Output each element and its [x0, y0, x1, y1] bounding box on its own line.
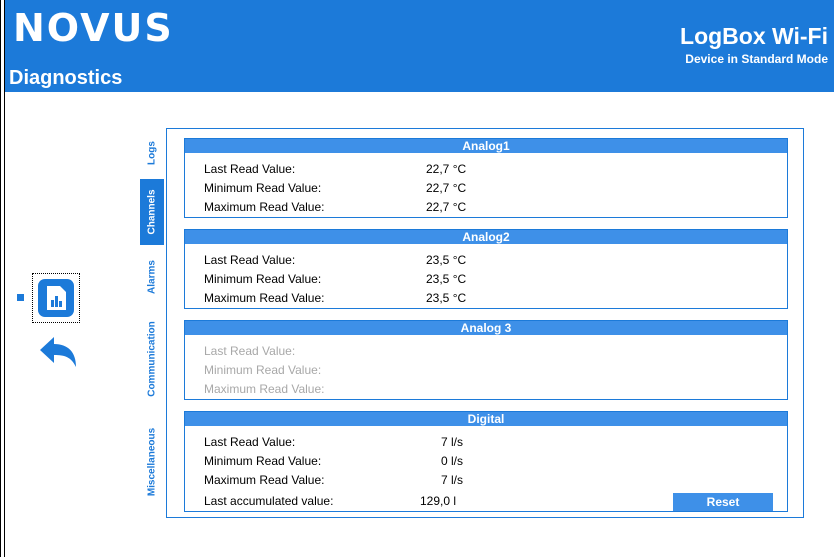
- row-label: Minimum Read Value:: [204, 272, 322, 286]
- row-label: Maximum Read Value:: [204, 473, 325, 487]
- channel-title: Analog2: [185, 230, 787, 244]
- row-value: 23,5 °C: [426, 291, 467, 305]
- channel-card-digital: Digital Last Read Value: 7 l/s Minimum R…: [184, 411, 788, 512]
- row-label: Last Read Value:: [204, 162, 296, 176]
- page-title: Diagnostics: [9, 67, 123, 89]
- channel-title: Analog 3: [185, 321, 787, 335]
- max-read-row: Maximum Read Value: 23,5 °C: [185, 288, 787, 308]
- max-read-row: Maximum Read Value:: [185, 379, 787, 399]
- product-name: LogBox Wi-Fi: [680, 23, 828, 49]
- row-value: 23,5 °C: [426, 253, 467, 267]
- tab-label: Communication: [146, 321, 158, 397]
- tab-label: Alarms: [146, 260, 158, 294]
- row-label: Last Read Value:: [204, 253, 296, 267]
- device-mode: Device in Standard Mode: [685, 52, 828, 66]
- tab-communication[interactable]: Communication: [140, 309, 164, 409]
- row-label: Last Read Value:: [204, 435, 296, 449]
- tab-logs[interactable]: Logs: [140, 128, 164, 178]
- row-label: Maximum Read Value:: [204, 200, 325, 214]
- last-read-row: Last Read Value: 23,5 °C: [185, 250, 787, 270]
- bar-chart-icon: [38, 279, 74, 317]
- row-label: Maximum Read Value:: [204, 382, 325, 396]
- min-read-row: Minimum Read Value: 0 l/s: [185, 451, 787, 471]
- max-read-row: Maximum Read Value: 22,7 °C: [185, 197, 787, 217]
- row-label: Last Read Value:: [204, 344, 296, 358]
- tab-alarms[interactable]: Alarms: [140, 246, 164, 308]
- tab-miscellaneous[interactable]: Miscellaneous: [140, 410, 164, 514]
- min-read-row: Minimum Read Value:: [185, 360, 787, 380]
- channel-card-analog1: Analog1 Last Read Value: 22,7 °C Minimum…: [184, 138, 788, 218]
- row-value: 129,0 l: [420, 494, 457, 508]
- max-read-row: Maximum Read Value: 7 l/s: [185, 470, 787, 490]
- row-value: 0 l/s: [441, 454, 464, 468]
- last-read-row: Last Read Value: 22,7 °C: [185, 159, 787, 179]
- row-value: 23,5 °C: [426, 272, 467, 286]
- novus-logo: NOVUS: [13, 6, 174, 50]
- row-value: 7 l/s: [441, 435, 464, 449]
- reset-button[interactable]: Reset: [673, 493, 773, 511]
- row-label: Minimum Read Value:: [204, 363, 322, 377]
- back-arrow-icon[interactable]: [38, 335, 80, 369]
- row-label: Maximum Read Value:: [204, 291, 325, 305]
- diagnostics-app-button[interactable]: [32, 273, 80, 323]
- tab-label: Miscellaneous: [146, 427, 158, 497]
- row-value: 22,7 °C: [426, 162, 467, 176]
- row-label: Last accumulated value:: [204, 494, 334, 508]
- min-read-row: Minimum Read Value: 23,5 °C: [185, 269, 787, 289]
- tab-channels[interactable]: Channels: [140, 179, 164, 245]
- header-bar: NOVUS Diagnostics LogBox Wi-Fi Device in…: [5, 0, 834, 92]
- last-read-row: Last Read Value:: [185, 341, 787, 361]
- channel-card-analog2: Analog2 Last Read Value: 23,5 °C Minimum…: [184, 229, 788, 309]
- channel-card-analog3: Analog 3 Last Read Value: Minimum Read V…: [184, 320, 788, 400]
- min-read-row: Minimum Read Value: 22,7 °C: [185, 178, 787, 198]
- channel-title: Digital: [185, 412, 787, 426]
- tab-label: Channels: [146, 189, 158, 235]
- row-label: Minimum Read Value:: [204, 181, 322, 195]
- last-read-row: Last Read Value: 7 l/s: [185, 432, 787, 452]
- row-value: 22,7 °C: [426, 200, 467, 214]
- selection-marker: [17, 294, 24, 301]
- row-value: 7 l/s: [441, 473, 464, 487]
- row-value: 22,7 °C: [426, 181, 467, 195]
- tab-label: Logs: [146, 141, 158, 165]
- diagnostics-tabs: Logs Channels Alarms Communication Misce…: [140, 128, 164, 520]
- row-label: Minimum Read Value:: [204, 454, 322, 468]
- channel-title: Analog1: [185, 139, 787, 153]
